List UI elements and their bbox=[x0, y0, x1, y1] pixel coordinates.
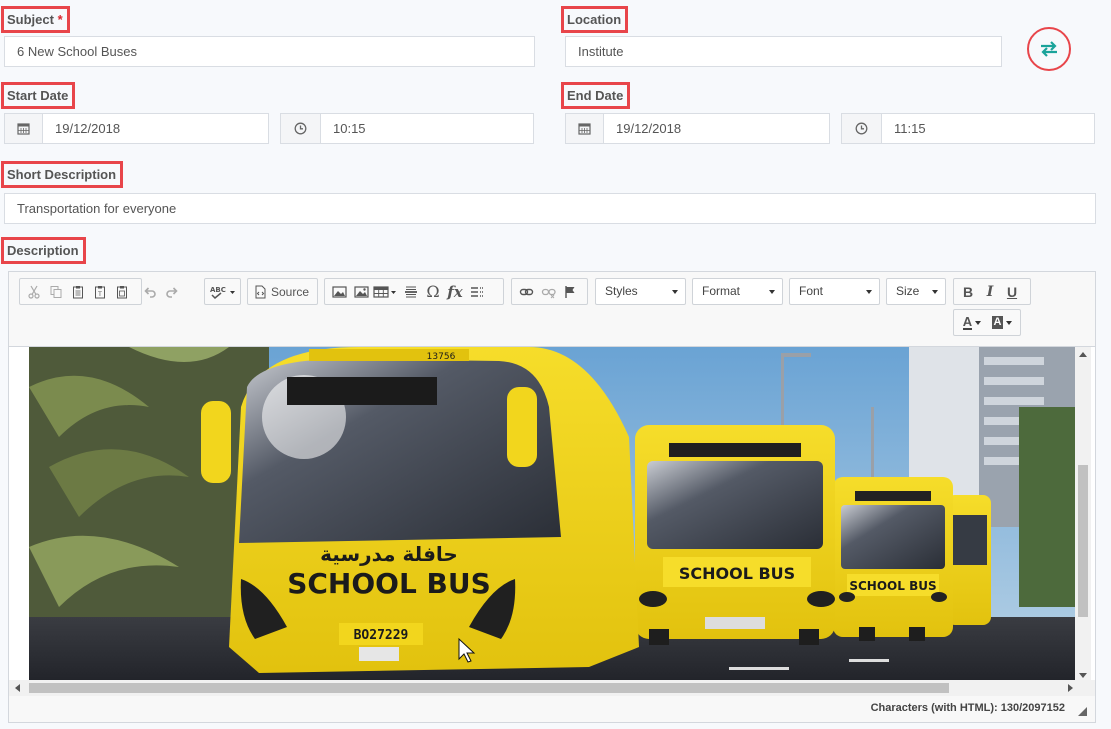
vertical-scrollbar[interactable] bbox=[1075, 347, 1091, 683]
short-description-input[interactable]: Transportation for everyone bbox=[4, 193, 1096, 224]
redo-icon[interactable] bbox=[161, 281, 183, 302]
chevron-down-icon bbox=[672, 290, 678, 294]
location-label: Location bbox=[561, 6, 629, 33]
paste-text-icon[interactable]: T bbox=[89, 281, 111, 302]
formula-icon[interactable]: fx bbox=[444, 281, 466, 302]
scroll-down-icon[interactable] bbox=[1079, 673, 1087, 678]
background-color-button[interactable]: A bbox=[987, 312, 1017, 333]
chevron-down-icon bbox=[1006, 320, 1013, 325]
horizontal-scrollbar[interactable] bbox=[9, 680, 1095, 696]
chevron-down-icon bbox=[975, 320, 982, 325]
paste-icon[interactable] bbox=[67, 281, 89, 302]
bus2-label-text: SCHOOL BUS bbox=[679, 564, 795, 583]
bold-button[interactable]: B bbox=[957, 281, 979, 302]
spellcheck-icon[interactable]: ABC bbox=[208, 281, 238, 302]
source-label: Source bbox=[271, 284, 310, 299]
svg-text:ABC: ABC bbox=[210, 286, 226, 294]
start-time-clock-addon[interactable] bbox=[280, 113, 321, 144]
swap-location-button[interactable] bbox=[1027, 27, 1071, 71]
vertical-scroll-thumb[interactable] bbox=[1078, 465, 1088, 617]
background-color-letter: A bbox=[991, 316, 1004, 329]
bus-plate-text: BO27229 bbox=[354, 628, 409, 643]
bus-front-text: SCHOOL BUS bbox=[287, 567, 491, 600]
chevron-down-icon bbox=[866, 290, 872, 294]
insert-toolbar-group: Ω fx bbox=[324, 278, 504, 305]
bus3-label-text: SCHOOL BUS bbox=[849, 579, 936, 593]
image-icon[interactable] bbox=[328, 281, 350, 302]
font-dropdown[interactable]: Font bbox=[789, 278, 880, 305]
bus-roof-number: 13756 bbox=[427, 352, 456, 362]
source-button[interactable]: Source bbox=[251, 281, 312, 302]
school-bus-photo: SCHOOL BUS SCHOOL BUS 13756 حافلة مدرسية… bbox=[29, 347, 1075, 681]
colors-toolbar-group: A A bbox=[953, 309, 1021, 336]
paste-word-icon[interactable] bbox=[111, 281, 133, 302]
end-date-label: End Date bbox=[561, 82, 631, 109]
format-dropdown[interactable]: Format bbox=[692, 278, 783, 305]
size-dropdown-label: Size bbox=[896, 284, 920, 298]
editor-content-area[interactable]: SCHOOL BUS SCHOOL BUS 13756 حافلة مدرسية… bbox=[9, 346, 1095, 683]
link-icon[interactable] bbox=[515, 281, 537, 302]
swap-arrows-icon bbox=[1041, 41, 1057, 57]
insert-image-icon[interactable] bbox=[350, 281, 372, 302]
start-time-input[interactable]: 10:15 bbox=[320, 113, 534, 144]
format-dropdown-label: Format bbox=[702, 284, 741, 298]
end-time-clock-addon[interactable] bbox=[841, 113, 882, 144]
anchor-flag-icon[interactable] bbox=[559, 281, 581, 302]
character-count: Characters (with HTML): 130/2097152 bbox=[870, 702, 1065, 714]
text-color-button[interactable]: A bbox=[957, 312, 987, 333]
font-dropdown-label: Font bbox=[799, 284, 824, 298]
spellcheck-toolbar-group: ABC bbox=[204, 278, 241, 305]
scroll-right-icon[interactable] bbox=[1068, 684, 1073, 692]
calendar-icon bbox=[578, 123, 591, 135]
svg-text:T: T bbox=[97, 291, 102, 298]
link-toolbar-group bbox=[511, 278, 588, 305]
clock-icon bbox=[855, 122, 868, 135]
horizontal-line-icon[interactable] bbox=[400, 281, 422, 302]
resize-handle-icon[interactable] bbox=[1078, 707, 1087, 716]
chevron-down-icon bbox=[932, 290, 938, 294]
table-icon[interactable] bbox=[372, 281, 400, 302]
rich-text-editor: T ABC Source Ω fx Styles Format Font Siz… bbox=[8, 271, 1096, 723]
scroll-left-icon[interactable] bbox=[15, 684, 20, 692]
subject-input[interactable]: 6 New School Buses bbox=[4, 36, 535, 67]
scroll-up-icon[interactable] bbox=[1079, 352, 1087, 357]
start-date-label: Start Date bbox=[1, 82, 76, 109]
text-color-letter: A bbox=[962, 314, 973, 330]
location-input[interactable]: Institute bbox=[565, 36, 1002, 67]
end-date-input[interactable]: 19/12/2018 bbox=[603, 113, 830, 144]
description-label: Description bbox=[1, 237, 86, 264]
chevron-down-icon bbox=[769, 290, 775, 294]
undo-icon[interactable] bbox=[139, 281, 161, 302]
basic-styles-toolbar-group: B I U bbox=[953, 278, 1031, 305]
cut-icon[interactable] bbox=[23, 281, 45, 302]
required-mark: * bbox=[57, 12, 63, 27]
clock-icon bbox=[294, 122, 307, 135]
subject-label: Subject * bbox=[1, 6, 70, 33]
end-time-input[interactable]: 11:15 bbox=[881, 113, 1095, 144]
copy-icon[interactable] bbox=[45, 281, 67, 302]
start-date-input[interactable]: 19/12/2018 bbox=[42, 113, 269, 144]
underline-button[interactable]: U bbox=[1001, 281, 1023, 302]
short-description-label: Short Description bbox=[1, 161, 124, 188]
bus-arabic-text: حافلة مدرسية bbox=[320, 542, 458, 566]
special-character-icon[interactable]: Ω bbox=[422, 281, 444, 302]
styles-dropdown-label: Styles bbox=[605, 284, 638, 298]
italic-button[interactable]: I bbox=[979, 281, 1001, 302]
size-dropdown[interactable]: Size bbox=[886, 278, 946, 305]
source-icon bbox=[255, 285, 266, 298]
end-date-calendar-addon[interactable] bbox=[565, 113, 604, 144]
start-date-calendar-addon[interactable] bbox=[4, 113, 43, 144]
source-toolbar-group: Source bbox=[247, 278, 318, 305]
unlink-icon[interactable] bbox=[537, 281, 559, 302]
styles-dropdown[interactable]: Styles bbox=[595, 278, 686, 305]
horizontal-scroll-thumb[interactable] bbox=[29, 683, 949, 693]
calendar-icon bbox=[17, 123, 30, 135]
clipboard-toolbar-group: T bbox=[19, 278, 178, 305]
format-list-icon[interactable] bbox=[466, 281, 488, 302]
